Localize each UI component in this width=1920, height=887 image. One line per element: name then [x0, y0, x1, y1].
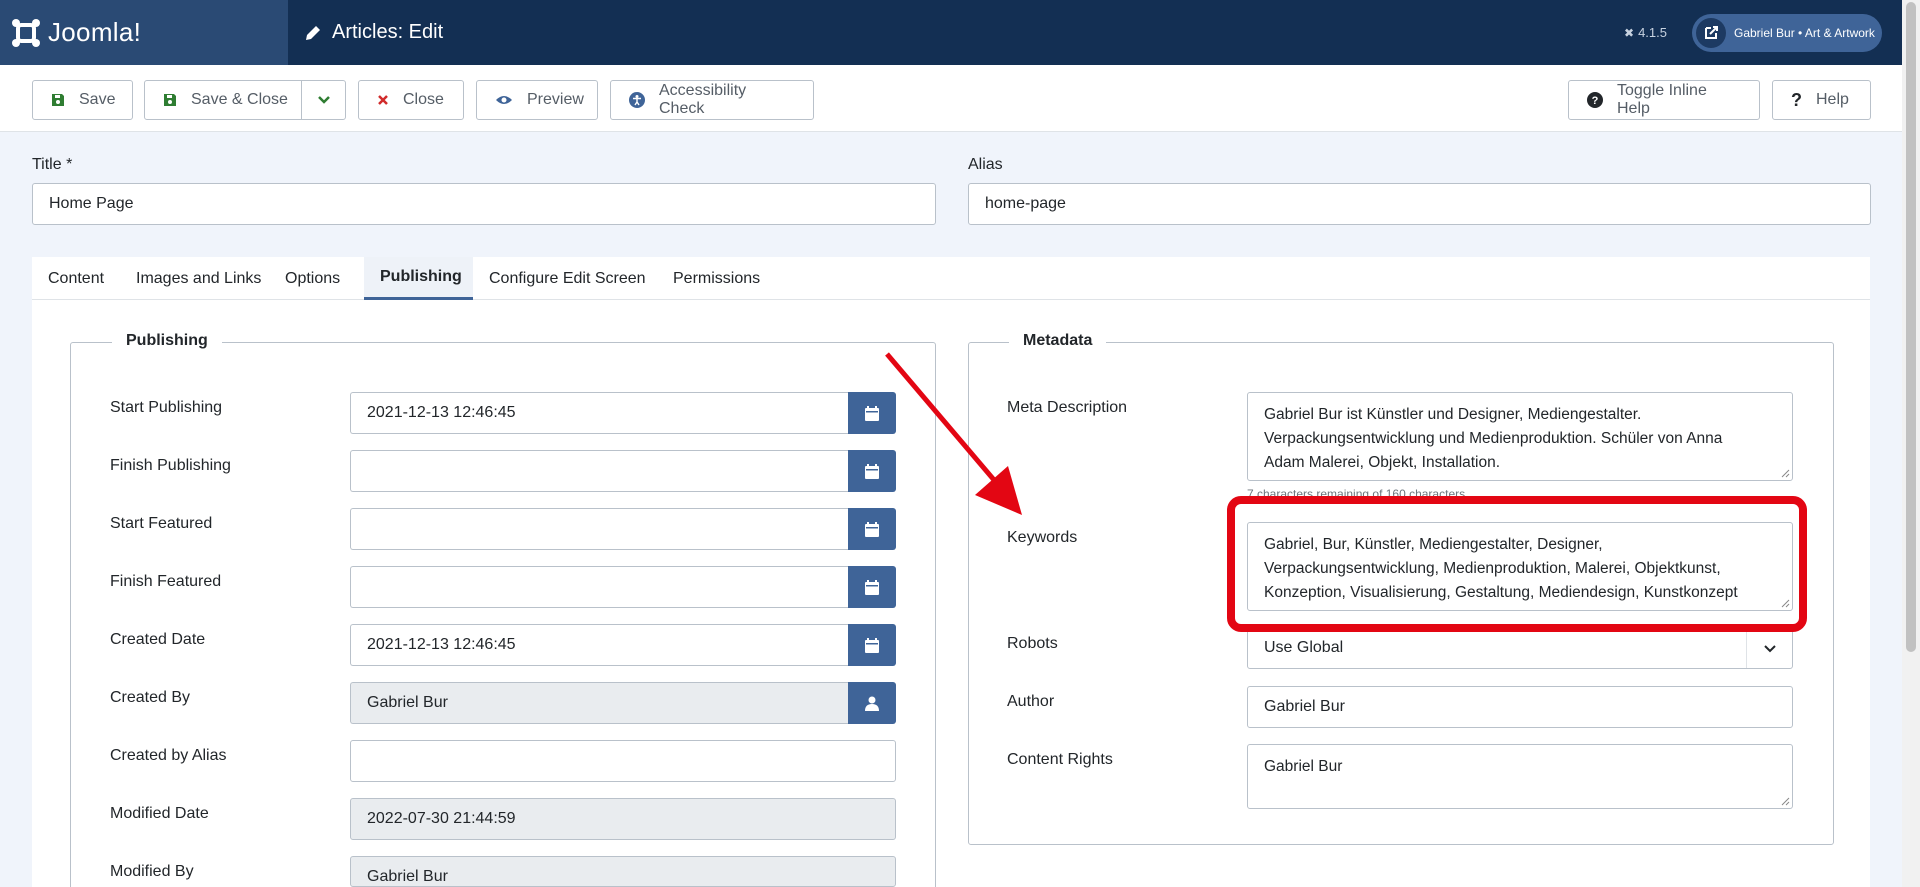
keywords-highlight-box: [1227, 496, 1807, 632]
page-scrollbar[interactable]: [1902, 0, 1920, 887]
scrollbar-thumb[interactable]: [1906, 2, 1916, 652]
annotation-arrow: [885, 352, 1022, 515]
